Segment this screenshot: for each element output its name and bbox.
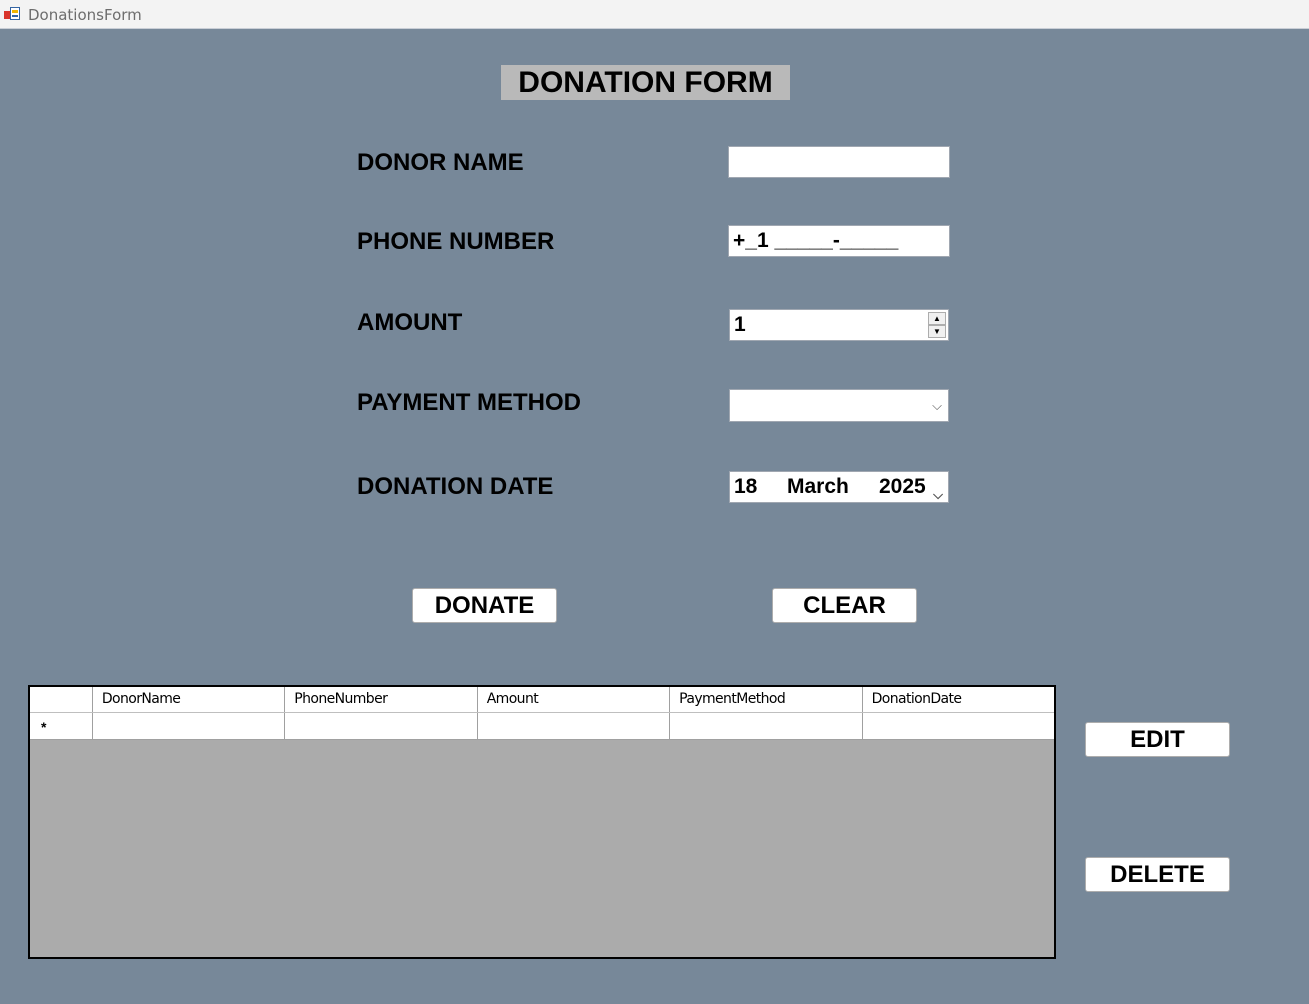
table-cell[interactable] xyxy=(285,713,478,739)
column-header-donorname[interactable]: DonorName xyxy=(93,687,286,712)
window-titlebar: DonationsForm xyxy=(0,0,1309,29)
amount-label: AMOUNT xyxy=(357,309,463,336)
spinner-up-icon[interactable]: ▲ xyxy=(928,312,946,325)
amount-spinner[interactable]: ▲ ▼ xyxy=(928,312,946,338)
delete-button[interactable]: DELETE xyxy=(1085,857,1230,892)
column-header-donationdate[interactable]: DonationDate xyxy=(863,687,1054,712)
chevron-down-icon[interactable]: ⌵ xyxy=(932,398,942,414)
clear-button[interactable]: CLEAR xyxy=(772,588,917,623)
date-day[interactable]: 18 xyxy=(734,472,757,502)
table-row[interactable]: * xyxy=(30,713,1054,740)
table-cell[interactable] xyxy=(670,713,863,739)
table-cell[interactable] xyxy=(478,713,671,739)
column-header-amount[interactable]: Amount xyxy=(478,687,671,712)
date-year[interactable]: 2025 xyxy=(879,472,926,502)
column-header-paymentmethod[interactable]: PaymentMethod xyxy=(670,687,863,712)
app-form-icon xyxy=(4,6,20,22)
phone-number-input[interactable] xyxy=(728,225,950,257)
donate-button[interactable]: DONATE xyxy=(412,588,557,623)
window-title: DonationsForm xyxy=(28,6,142,24)
donation-date-label: DONATION DATE xyxy=(357,473,554,500)
payment-method-dropdown[interactable]: ⌵ xyxy=(729,389,949,422)
row-header-corner xyxy=(30,687,93,712)
spinner-down-icon[interactable]: ▼ xyxy=(928,325,946,338)
donation-date-picker[interactable]: 18 March 2025 ⌵ xyxy=(729,471,949,503)
grid-header: DonorName PhoneNumber Amount PaymentMeth… xyxy=(30,687,1054,713)
table-cell[interactable] xyxy=(863,713,1054,739)
chevron-down-icon[interactable]: ⌵ xyxy=(933,480,943,510)
phone-number-label: PHONE NUMBER xyxy=(357,228,555,255)
donor-name-input[interactable] xyxy=(728,146,950,178)
form-title: DONATION FORM xyxy=(501,65,790,100)
donations-grid[interactable]: DonorName PhoneNumber Amount PaymentMeth… xyxy=(28,685,1056,959)
payment-method-label: PAYMENT METHOD xyxy=(357,389,582,416)
column-header-phonenumber[interactable]: PhoneNumber xyxy=(285,687,478,712)
edit-button[interactable]: EDIT xyxy=(1085,722,1230,757)
amount-input[interactable] xyxy=(729,309,949,341)
new-row-header[interactable]: * xyxy=(30,713,93,739)
donor-name-label: DONOR NAME xyxy=(357,149,524,176)
table-cell[interactable] xyxy=(93,713,286,739)
new-row-marker: * xyxy=(41,719,47,735)
date-month[interactable]: March xyxy=(787,472,849,502)
